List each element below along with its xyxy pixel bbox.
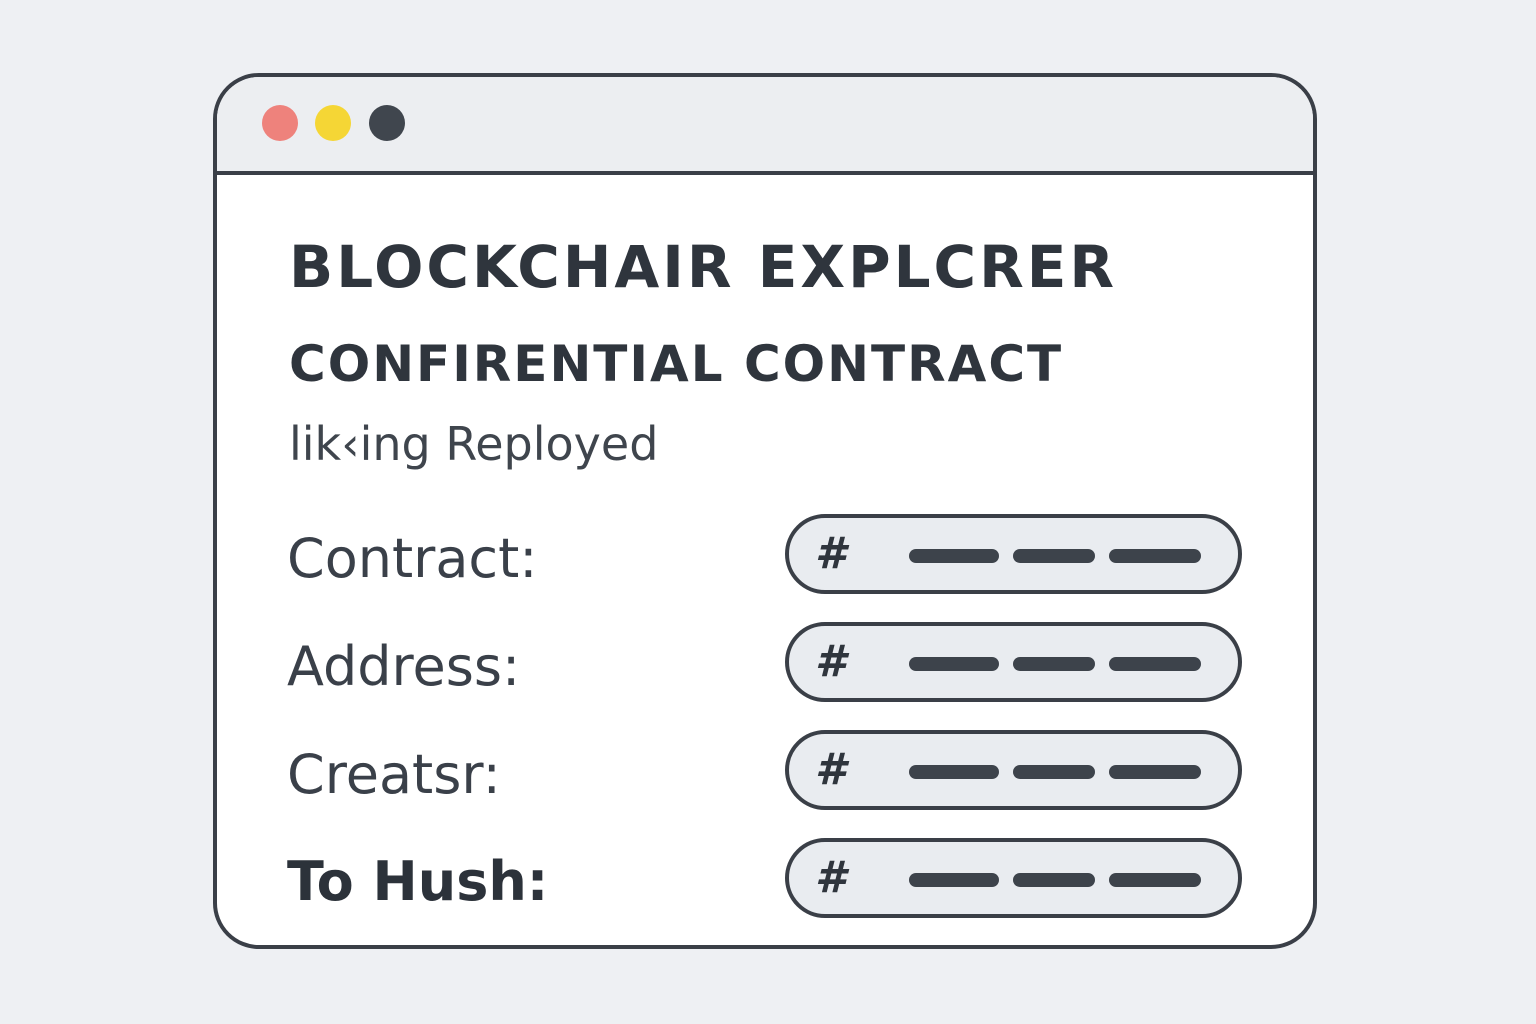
window-menu-button[interactable] — [369, 105, 405, 141]
masked-segment — [909, 657, 999, 671]
close-window-button[interactable] — [262, 105, 298, 141]
masked-segment — [1013, 549, 1095, 563]
field-value-address[interactable]: # — [785, 622, 1242, 702]
hash-icon: # — [815, 636, 846, 687]
masked-segment — [909, 765, 999, 779]
page-subtitle: CONFIRENTIAL CONTRACT — [289, 335, 1064, 393]
masked-segment — [909, 873, 999, 887]
hash-icon: # — [815, 744, 846, 795]
masked-segment — [1013, 873, 1095, 887]
browser-window: BLOCKCHAIR EXPLCRER CONFIRENTIAL CONTRAC… — [213, 73, 1317, 949]
hash-icon: # — [815, 852, 846, 903]
field-value-to-hush[interactable]: # — [785, 838, 1242, 918]
masked-segment — [1013, 657, 1095, 671]
field-label-address: Address: — [287, 635, 521, 698]
field-label-to-hush: To Hush: — [287, 850, 549, 913]
field-value-contract[interactable]: # — [785, 514, 1242, 594]
page-title: BLOCKCHAIR EXPLCRER — [289, 233, 1118, 301]
masked-segment — [1109, 549, 1201, 563]
window-titlebar — [217, 77, 1313, 175]
masked-segment — [909, 549, 999, 563]
minimize-window-button[interactable] — [315, 105, 351, 141]
hash-icon: # — [815, 528, 846, 579]
masked-segment — [1109, 657, 1201, 671]
field-value-creator[interactable]: # — [785, 730, 1242, 810]
field-label-creator: Creatsr: — [287, 743, 501, 806]
status-text: lik‹ing Reployed — [289, 417, 659, 471]
masked-segment — [1109, 873, 1201, 887]
field-label-contract: Contract: — [287, 527, 538, 590]
masked-segment — [1109, 765, 1201, 779]
masked-segment — [1013, 765, 1095, 779]
